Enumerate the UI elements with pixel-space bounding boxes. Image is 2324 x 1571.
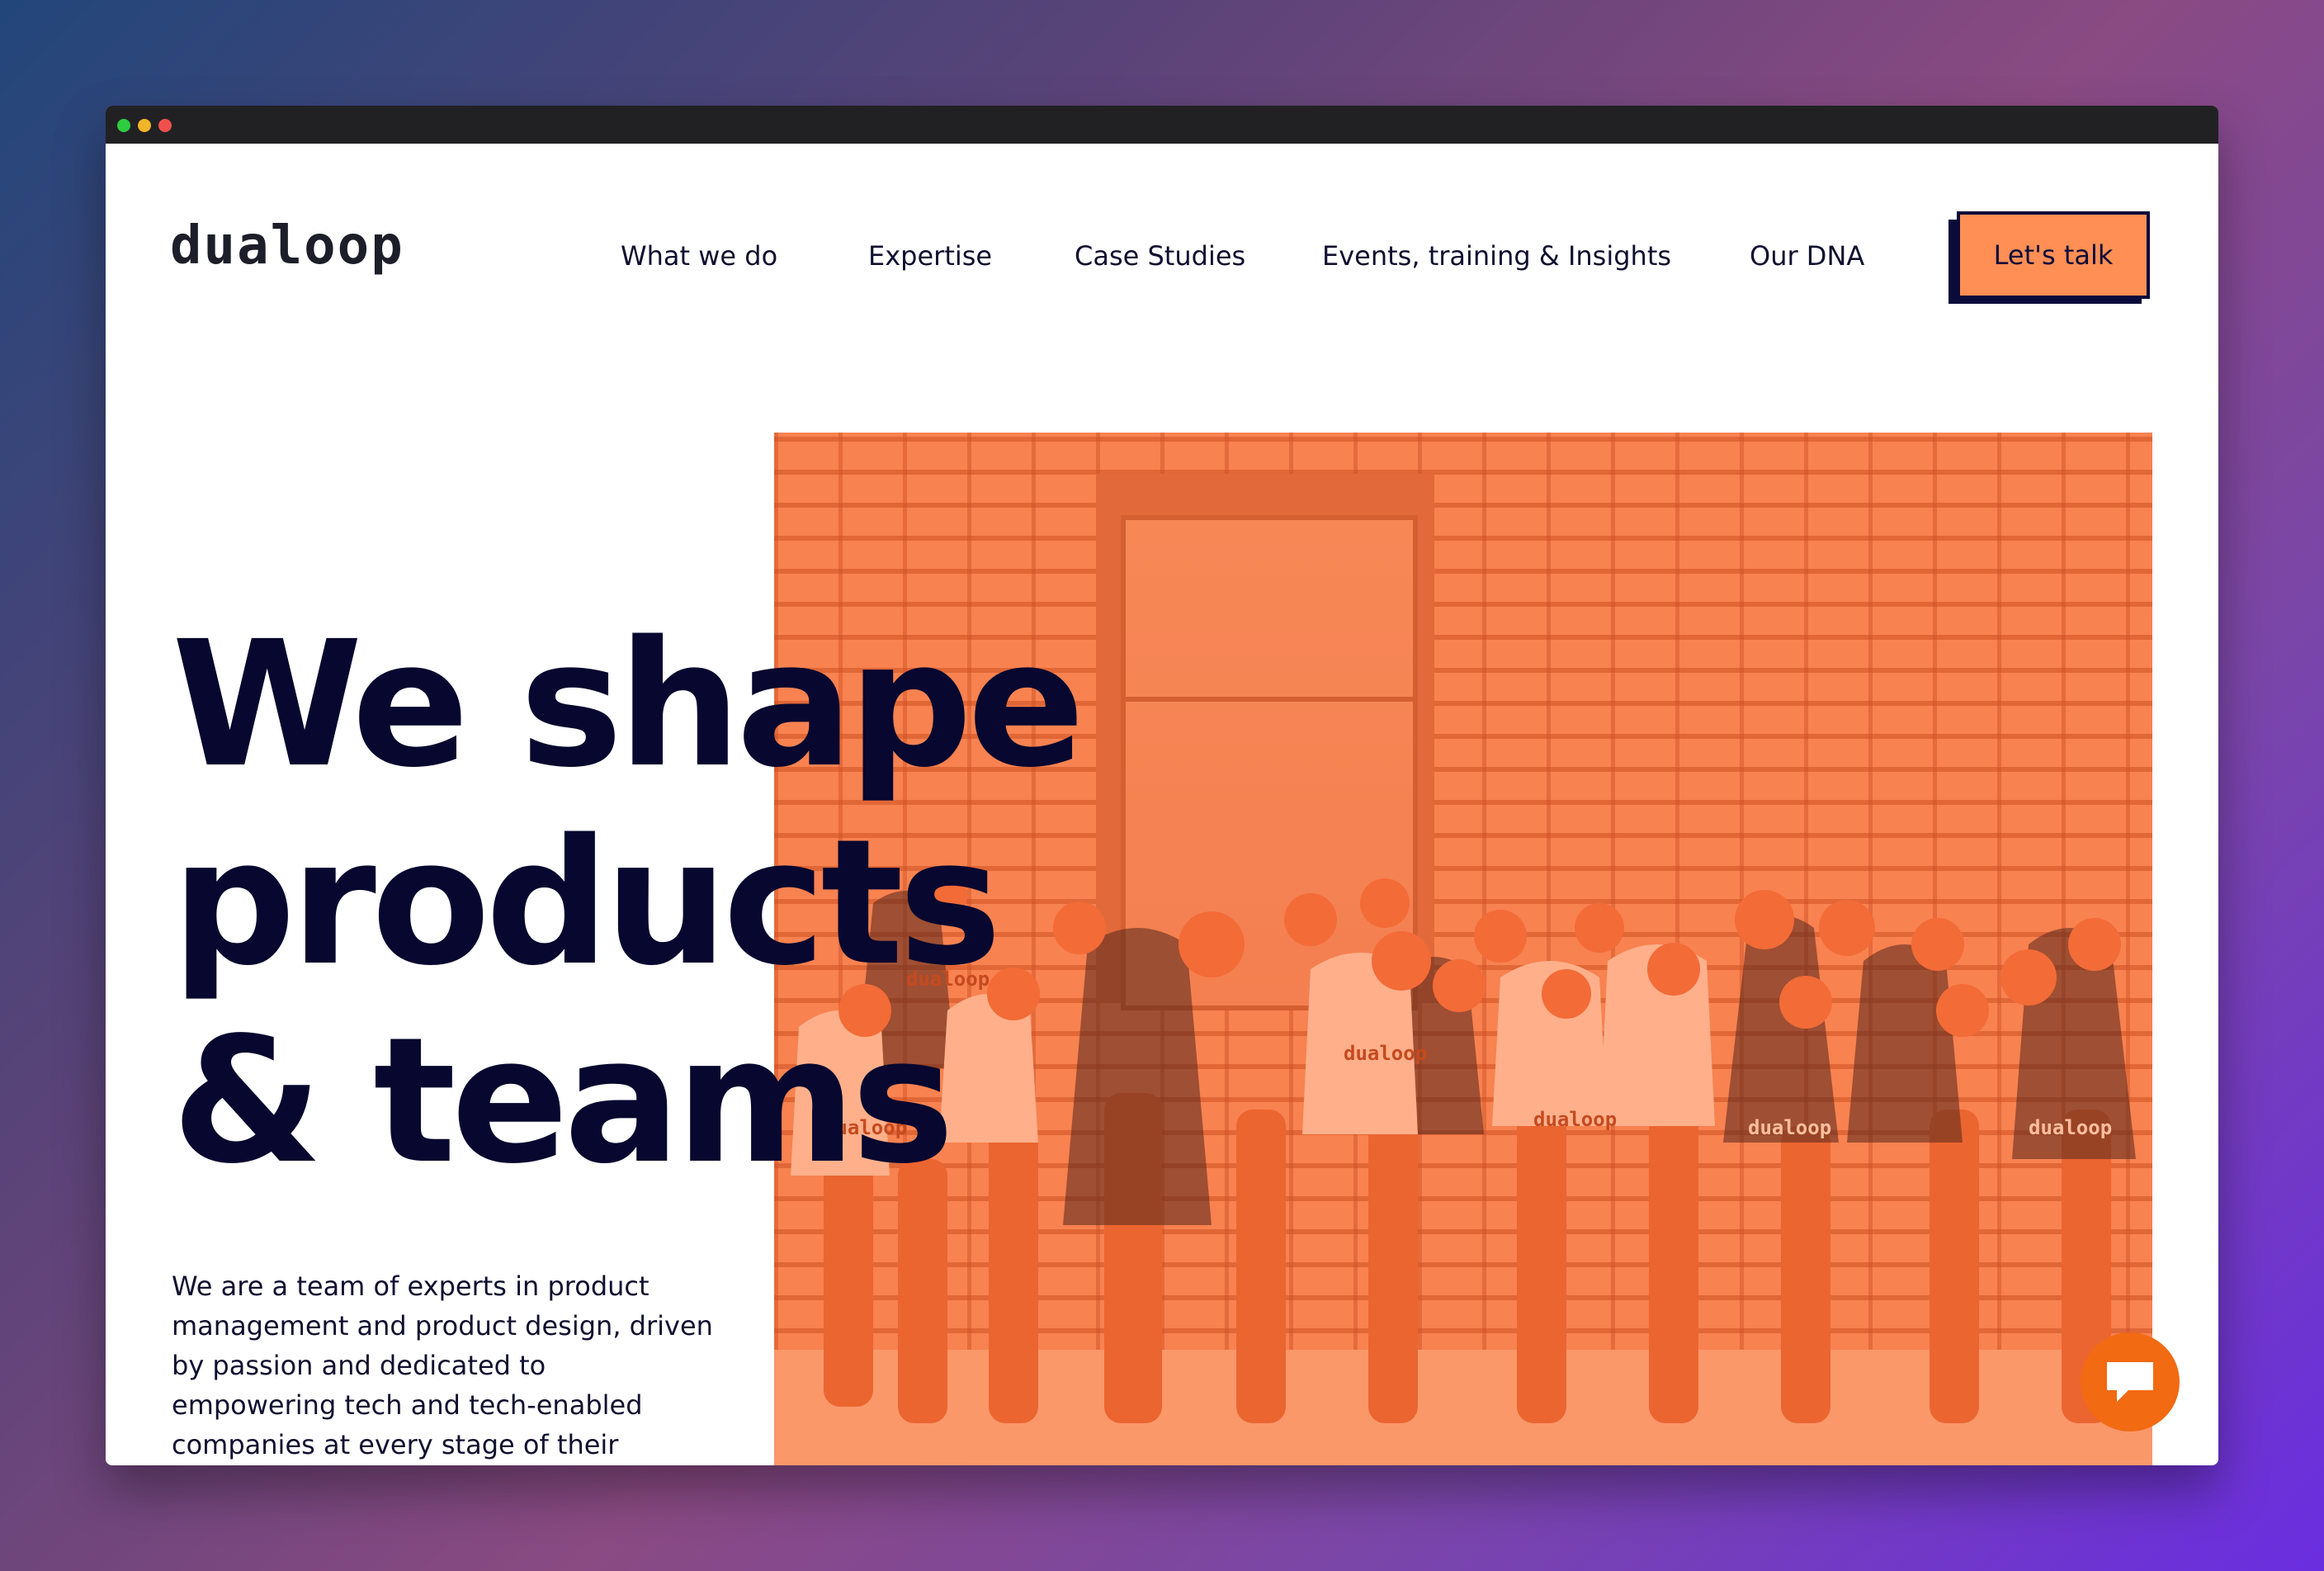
headline-line-2: products xyxy=(172,802,1002,1004)
nav-item-our-dna[interactable]: Our DNA xyxy=(1750,243,1864,269)
page: dualoop What we do Expertise Case Studie… xyxy=(106,144,2218,1465)
nav-item-what-we-do[interactable]: What we do xyxy=(621,243,777,269)
chat-button[interactable] xyxy=(2081,1332,2180,1431)
hero-headline: We shape products & teams xyxy=(172,603,1085,1202)
headline-line-3: & teams xyxy=(172,1000,955,1202)
window-maximize-dot-icon[interactable] xyxy=(117,119,130,132)
lets-talk-button-wrapper: Let's talk xyxy=(1948,211,2150,304)
nav-item-events-training-insights[interactable]: Events, training & Insights xyxy=(1322,243,1671,269)
lets-talk-button[interactable]: Let's talk xyxy=(1957,211,2150,299)
logo[interactable]: dualoop xyxy=(170,220,404,272)
window-titlebar xyxy=(106,106,2218,144)
nav-item-expertise[interactable]: Expertise xyxy=(868,243,992,269)
hero-description: We are a team of experts in product mana… xyxy=(172,1271,713,1460)
window-minimize-dot-icon[interactable] xyxy=(138,119,151,132)
browser-window: dualoop What we do Expertise Case Studie… xyxy=(106,106,2218,1465)
headline-line-1: We shape xyxy=(172,603,1085,806)
chat-bubble-icon xyxy=(2107,1362,2153,1402)
window-close-dot-icon[interactable] xyxy=(158,119,172,132)
nav-item-case-studies[interactable]: Case Studies xyxy=(1075,243,1245,269)
